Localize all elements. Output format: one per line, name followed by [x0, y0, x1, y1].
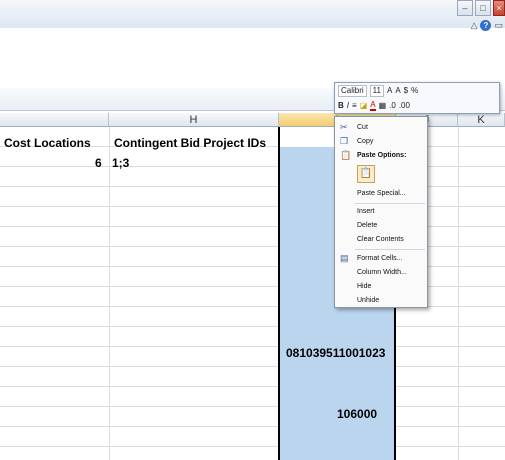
- cell-g-value[interactable]: 6: [95, 153, 102, 173]
- table-row: [0, 407, 505, 427]
- ribbon-area: [0, 34, 505, 89]
- borders-icon[interactable]: ▦: [379, 101, 387, 110]
- cell-i-amount[interactable]: 106000: [337, 404, 377, 424]
- menu-divider: [355, 203, 425, 204]
- table-row: [0, 347, 505, 367]
- table-row: [0, 367, 505, 387]
- window-controls: – □ ×: [455, 0, 505, 18]
- menu-item-column-width[interactable]: Column Width...: [357, 266, 407, 279]
- column-divider: [109, 127, 110, 460]
- column-header-g[interactable]: [0, 113, 109, 127]
- column-header-h[interactable]: H: [109, 113, 279, 127]
- grow-font-button[interactable]: A: [387, 86, 392, 95]
- copy-icon: ❐: [340, 136, 349, 146]
- column-header-k[interactable]: K: [458, 113, 505, 127]
- font-color-button[interactable]: A: [370, 100, 376, 111]
- close-icon[interactable]: ×: [493, 0, 505, 16]
- menu-item-format-cells[interactable]: Format Cells...: [357, 252, 403, 265]
- table-row: [0, 287, 505, 307]
- collapse-ribbon-icon[interactable]: △: [471, 20, 478, 31]
- paste-button-icon[interactable]: 📋: [357, 165, 375, 183]
- table-row: [0, 327, 505, 347]
- menu-item-insert[interactable]: Insert: [357, 205, 375, 218]
- worksheet-grid[interactable]: [0, 127, 505, 460]
- table-row: [0, 167, 505, 187]
- context-menu: ✂ Cut ❐ Copy 📋 Paste Options: 📋 Paste Sp…: [334, 116, 428, 308]
- menu-item-delete[interactable]: Delete: [357, 219, 377, 232]
- header-cost-locations[interactable]: Cost Locations: [4, 133, 91, 153]
- italic-button[interactable]: I: [347, 101, 349, 110]
- restore-window-icon[interactable]: ▭: [494, 20, 503, 31]
- align-center-icon[interactable]: ≡: [352, 101, 357, 110]
- fill-color-icon[interactable]: ◪: [360, 101, 368, 110]
- help-icon[interactable]: ?: [480, 20, 492, 31]
- header-contingent-ids[interactable]: Contingent Bid Project IDs: [114, 133, 266, 153]
- table-row: [0, 207, 505, 227]
- mini-toolbar: Calibri 11 A A $ % B I ≡ ◪ A ▦ .0 .00: [334, 82, 500, 114]
- ribbon-controls: △ ? ▭: [471, 20, 503, 31]
- table-row: [0, 387, 505, 407]
- column-divider: [458, 127, 459, 460]
- menu-item-cut[interactable]: Cut: [357, 121, 368, 134]
- table-row: [0, 247, 505, 267]
- cut-icon: ✂: [340, 122, 348, 132]
- minimize-icon[interactable]: –: [457, 0, 473, 16]
- format-cells-icon: ▤: [340, 253, 349, 263]
- paste-icon: 📋: [340, 150, 352, 160]
- decrease-decimal-button[interactable]: .00: [399, 101, 410, 110]
- currency-button[interactable]: $: [404, 86, 408, 95]
- table-row: [0, 267, 505, 287]
- menu-item-paste-special[interactable]: Paste Special...: [357, 187, 406, 200]
- title-bar: – □ × △ ? ▭: [0, 0, 505, 31]
- menu-item-copy[interactable]: Copy: [357, 135, 373, 148]
- maximize-icon[interactable]: □: [475, 0, 491, 16]
- cell-i-id[interactable]: 081039511001023: [286, 343, 385, 363]
- font-size-select[interactable]: 11: [369, 84, 384, 97]
- shrink-font-button[interactable]: A: [395, 86, 400, 95]
- menu-item-unhide[interactable]: Unhide: [357, 294, 379, 307]
- bold-button[interactable]: B: [338, 101, 344, 110]
- percent-button[interactable]: %: [411, 86, 418, 95]
- table-row: [0, 187, 505, 207]
- menu-divider: [355, 249, 425, 250]
- increase-decimal-button[interactable]: .0: [389, 101, 396, 110]
- menu-item-paste-options: Paste Options:: [357, 152, 407, 159]
- table-row: [0, 427, 505, 447]
- font-name-select[interactable]: Calibri: [338, 84, 367, 97]
- menu-item-clear-contents[interactable]: Clear Contents: [357, 233, 404, 246]
- table-row: [0, 227, 505, 247]
- menu-item-hide[interactable]: Hide: [357, 280, 371, 293]
- table-row: [0, 307, 505, 327]
- cell-h-value[interactable]: 1;3: [112, 153, 129, 173]
